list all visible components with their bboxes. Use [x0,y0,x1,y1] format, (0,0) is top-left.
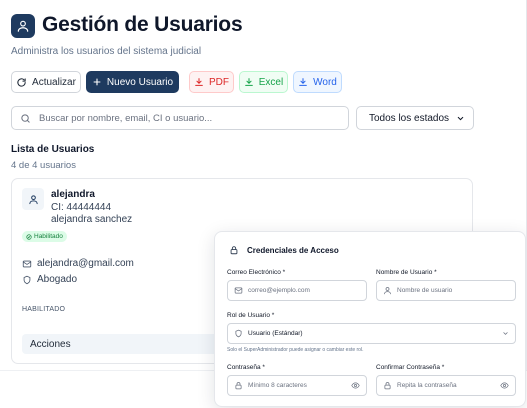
status-label: HABILITADO [22,306,66,313]
list-title: Lista de Usuarios [11,144,95,155]
refresh-label: Actualizar [32,76,76,88]
user-username: alejandra [51,189,95,200]
chevron-down-icon [502,330,509,337]
credentials-panel: Credenciales de Acceso Correo Electrónic… [214,231,526,407]
user-full-name: alejandra sanchez [51,214,133,225]
export-word-button[interactable]: Word [293,71,342,93]
status-filter-value: Todos los estados [369,112,450,124]
lock-icon [383,381,392,390]
word-label: Word [313,76,337,88]
role-select-value: Usuario (Estándar) [248,330,303,337]
chevron-down-icon [456,114,465,123]
credentials-title: Credenciales de Acceso [247,245,339,255]
status-filter-select[interactable]: Todos los estados [356,106,474,130]
lock-icon [234,381,243,390]
shield-icon [22,275,32,285]
export-pdf-button[interactable]: PDF [189,71,234,93]
search-input[interactable] [39,112,329,124]
excel-label: Excel [258,76,284,88]
user-icon [383,286,392,295]
refresh-button[interactable]: Actualizar [11,71,81,93]
page-title: Gestión de Usuarios [42,13,243,36]
check-circle-icon [26,233,32,240]
download-icon [194,77,204,87]
search-icon [20,113,31,124]
role-select[interactable]: Usuario (Estándar) [227,323,516,344]
password-field-label: Contraseña * [227,364,265,371]
eye-icon[interactable] [500,381,509,390]
password-input[interactable] [248,382,346,389]
email-input[interactable] [248,287,360,294]
credentials-header: Credenciales de Acceso [229,245,339,255]
email-field-label: Correo Electrónico * [227,269,286,276]
export-excel-button[interactable]: Excel [239,71,288,93]
confirm-password-field[interactable] [376,375,516,396]
shield-icon [234,329,243,338]
eye-icon[interactable] [351,381,360,390]
new-user-button[interactable]: Nuevo Usuario [86,71,179,93]
user-role: Abogado [37,274,78,285]
user-email-row: alejandra@gmail.com [22,258,134,269]
confirm-password-field-label: Confirmar Contraseña * [376,364,445,371]
app-window: Gestión de Usuarios Administra los usuar… [0,0,527,408]
username-input[interactable] [397,287,509,294]
password-field[interactable] [227,375,367,396]
role-hint: Solo el SuperAdministrador puede asignar… [227,347,364,353]
search-box[interactable] [11,106,349,130]
user-role-row: Abogado [22,274,77,285]
status-badge-label: Habilitado [34,233,63,240]
user-avatar-icon [22,188,44,210]
confirm-password-input[interactable] [397,382,495,389]
download-icon [298,77,308,87]
lock-icon [229,245,239,255]
list-count: 4 de 4 usuarios [11,160,76,171]
mail-icon [234,286,243,295]
username-field[interactable] [376,280,516,301]
users-icon [11,14,35,38]
status-badge: Habilitado [22,231,67,242]
mail-icon [22,259,32,269]
pdf-label: PDF [209,76,229,88]
page-subtitle: Administra los usuarios del sistema judi… [11,46,202,57]
actions-label: Acciones [30,338,71,350]
user-ci: CI: 44444444 [51,202,112,213]
refresh-icon [16,77,27,88]
download-icon [244,77,254,87]
new-user-label: Nuevo Usuario [106,76,174,88]
username-field-label: Nombre de Usuario * [376,269,437,276]
email-field[interactable] [227,280,367,301]
plus-icon [92,77,102,87]
user-email: alejandra@gmail.com [37,258,134,269]
role-field-label: Rol de Usuario * [227,312,275,319]
